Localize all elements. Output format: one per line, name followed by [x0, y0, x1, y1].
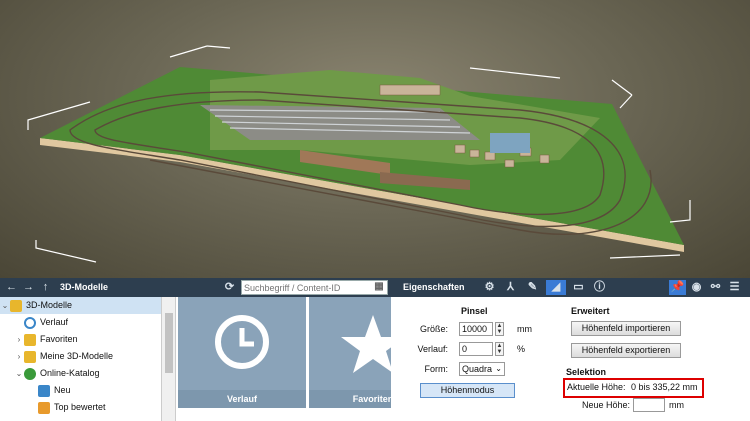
gear-icon[interactable]: ⚙: [482, 280, 497, 295]
tile-label: Verlauf: [178, 390, 306, 408]
size-input[interactable]: 10000: [459, 322, 493, 336]
star-icon: [341, 315, 391, 373]
search-input[interactable]: [241, 280, 388, 295]
chevron-down-icon: ⌄: [495, 364, 502, 373]
tree-item-online-catalog[interactable]: ⌄ Online-Katalog: [14, 365, 100, 382]
new-height-input[interactable]: [633, 398, 665, 412]
gradient-label: Verlauf:: [417, 344, 448, 354]
new-height-label: Neue Höhe:: [582, 400, 631, 410]
models-title: 3D-Modelle: [60, 282, 109, 292]
gradient-stepper[interactable]: ▲ ▼: [495, 342, 504, 356]
tree-item-label: Neu: [54, 385, 71, 395]
grid-view-icon[interactable]: ▦: [373, 281, 385, 293]
layout-render: [27, 45, 691, 263]
shape-value: Quadra: [462, 364, 493, 374]
size-label: Größe:: [419, 324, 448, 334]
import-heightfield-button[interactable]: Höhenfeld importieren: [571, 321, 681, 336]
star-folder-icon: [24, 333, 36, 346]
selection-heading: Selektion: [566, 367, 607, 377]
chevron-down-icon[interactable]: ⌄: [14, 365, 24, 382]
info-icon[interactable]: ⓘ: [592, 280, 607, 295]
height-mode-button[interactable]: Höhenmodus: [420, 383, 515, 398]
size-unit: mm: [517, 324, 532, 334]
catalog-tree: ⌄ 3D-Modelle Verlauf › Favoriten › Meine…: [0, 297, 162, 421]
tile-history[interactable]: Verlauf: [178, 297, 306, 408]
paint-brush-icon[interactable]: ✎: [525, 280, 540, 295]
chevron-down-icon[interactable]: ⌄: [0, 297, 10, 314]
folder-icon: [10, 299, 22, 312]
pin-icon[interactable]: 📌: [669, 280, 686, 295]
folder-icon: [24, 350, 36, 363]
terrain-icon[interactable]: ◢: [546, 280, 566, 295]
link-icon[interactable]: ⚯: [708, 280, 723, 295]
new-height-unit: mm: [669, 400, 684, 410]
star-icon: [38, 401, 50, 414]
new-icon: [38, 384, 50, 397]
tree-scrollbar[interactable]: [162, 297, 176, 421]
eye-icon[interactable]: ◉: [689, 280, 704, 295]
tile-favorites[interactable]: Favoriten: [309, 297, 391, 408]
shape-label: Form:: [424, 364, 449, 374]
up-arrow-icon[interactable]: ↑: [38, 280, 53, 295]
tree-item-3d-models[interactable]: ⌄ 3D-Modelle: [0, 297, 161, 314]
highlight-box: [563, 378, 704, 398]
gradient-unit: %: [517, 344, 526, 354]
tree-item-label: 3D-Modelle: [26, 300, 73, 310]
axes-icon[interactable]: ⅄: [503, 280, 518, 295]
tree-item-label: Online-Katalog: [40, 368, 100, 378]
size-stepper[interactable]: ▲ ▼: [495, 322, 504, 336]
chevron-right-icon[interactable]: ›: [14, 348, 24, 365]
tile-label: Favoriten: [309, 390, 391, 408]
properties-title: Eigenschaften: [403, 282, 465, 292]
history-icon: [24, 316, 36, 329]
shape-select[interactable]: Quadra ⌄: [459, 362, 505, 376]
tree-item-label: Verlauf: [40, 317, 69, 327]
brush-heading: Pinsel: [461, 306, 488, 316]
tree-item-label: Meine 3D-Modelle: [40, 351, 114, 361]
refresh-icon[interactable]: ⟳: [222, 280, 237, 295]
forward-arrow-icon[interactable]: →: [21, 280, 36, 295]
tree-item-label: Top bewertet: [54, 402, 106, 412]
gradient-input[interactable]: 0: [459, 342, 493, 356]
tree-item-top-rated[interactable]: Top bewertet: [28, 399, 106, 416]
panel-toolbar: ← → ↑ 3D-Modelle ⟳ ▦ Eigenschaften ⚙ ⅄ ✎…: [0, 278, 750, 297]
tree-item-favorites[interactable]: › Favoriten: [14, 331, 78, 348]
tree-item-history[interactable]: Verlauf: [14, 314, 68, 331]
tunnel-icon[interactable]: ▭: [571, 280, 586, 295]
advanced-heading: Erweitert: [571, 306, 610, 316]
clock-icon: [215, 315, 269, 369]
export-heightfield-button[interactable]: Höhenfeld exportieren: [571, 343, 681, 358]
back-arrow-icon[interactable]: ←: [4, 280, 19, 295]
properties-panel: Pinsel Größe: 10000 ▲ ▼ mm Verlauf: 0 ▲ ▼ …: [391, 297, 750, 421]
3d-viewport[interactable]: [0, 0, 750, 278]
menu-icon[interactable]: ☰: [727, 280, 742, 295]
tree-item-new[interactable]: Neu: [28, 382, 71, 399]
globe-icon: [24, 367, 36, 380]
tree-item-label: Favoriten: [40, 334, 78, 344]
model-tiles: Verlauf Favoriten: [176, 297, 391, 421]
tree-item-my-models[interactable]: › Meine 3D-Modelle: [14, 348, 113, 365]
chevron-right-icon[interactable]: ›: [14, 331, 24, 348]
scrollbar-thumb[interactable]: [165, 313, 173, 373]
